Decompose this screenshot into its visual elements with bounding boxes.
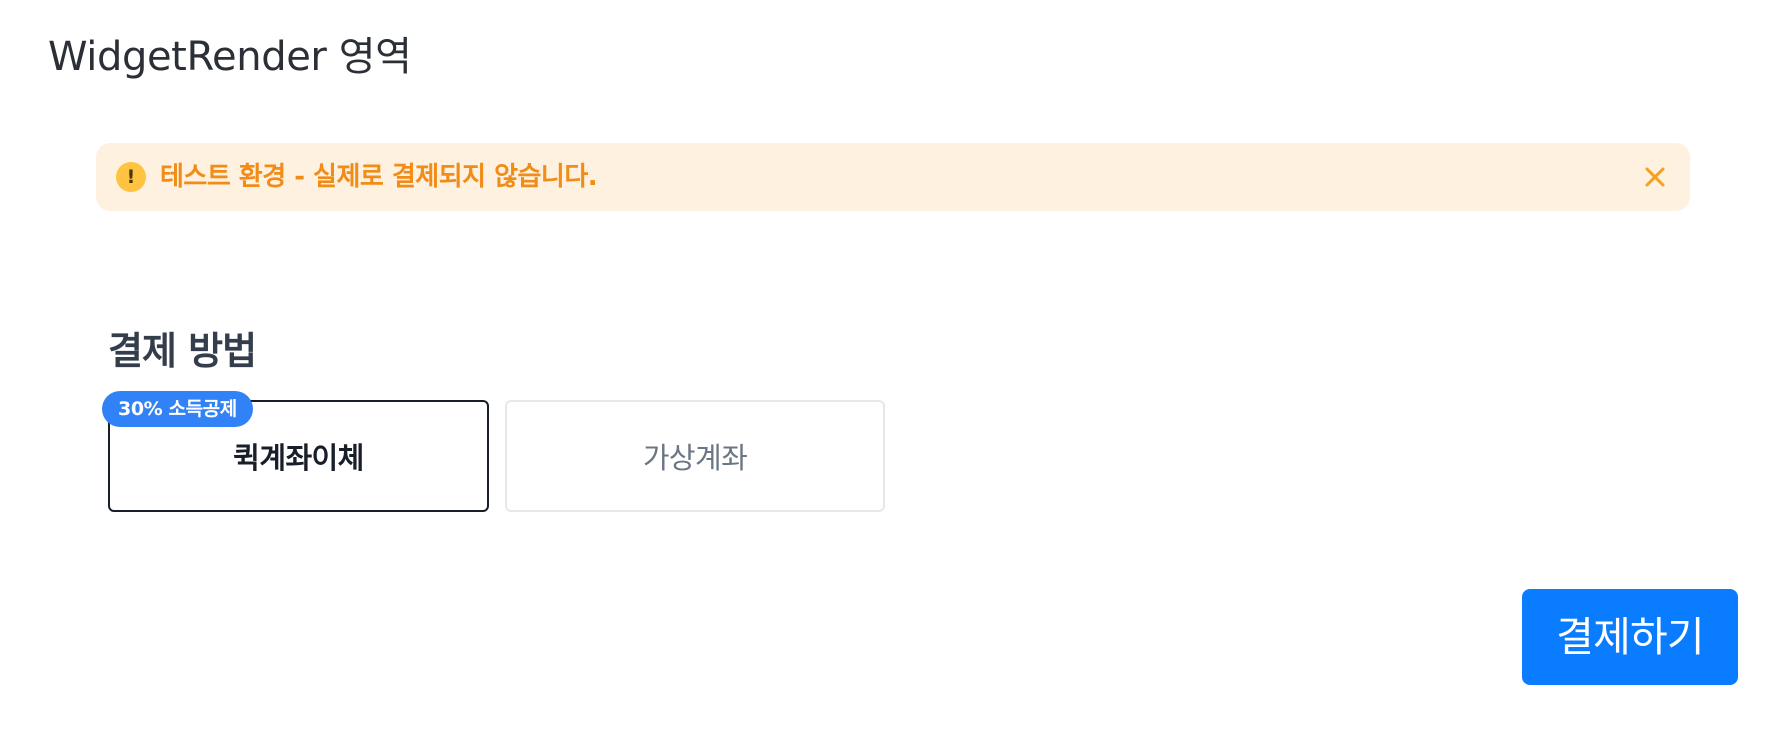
close-icon (1645, 167, 1665, 187)
page-title: WidgetRender 영역 (48, 34, 412, 80)
income-deduction-badge: 30% 소득공제 (102, 391, 253, 427)
alert-close-button[interactable] (1638, 160, 1672, 194)
payment-option-label: 퀵계좌이체 (233, 441, 364, 475)
alert-message: 테스트 환경 - 실제로 결제되지 않습니다. (160, 162, 598, 192)
exclamation-icon: ! (116, 162, 146, 192)
test-environment-alert: ! 테스트 환경 - 실제로 결제되지 않습니다. (96, 143, 1690, 211)
payment-option-virtual-account[interactable]: 가상계좌 (505, 400, 885, 512)
payment-option-label: 가상계좌 (642, 441, 748, 475)
pay-button[interactable]: 결제하기 (1522, 589, 1738, 685)
payment-method-title: 결제 방법 (108, 329, 257, 373)
